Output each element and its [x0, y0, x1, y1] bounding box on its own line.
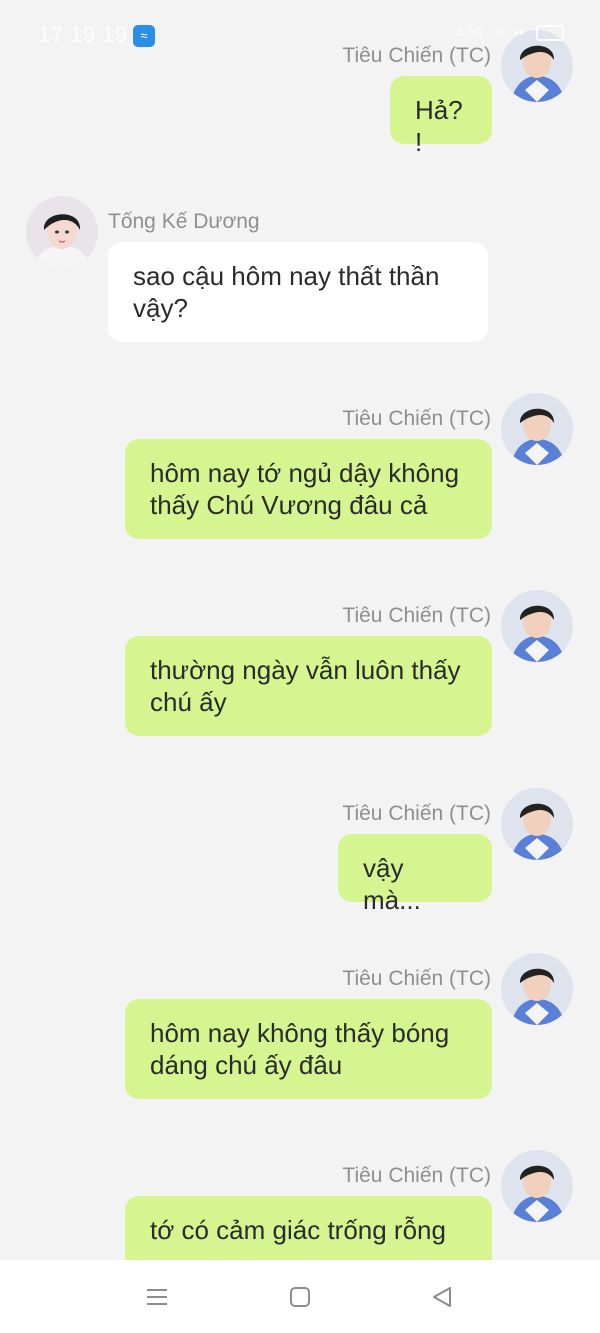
message-bubble-incoming[interactable]: sao cậu hôm nay thất thần vậy? [108, 242, 488, 342]
avatar-boy-icon [501, 590, 573, 662]
message-bubble-outgoing[interactable]: hôm nay tớ ngủ dậy không thấy Chú Vương … [125, 439, 492, 539]
sender-name: Tiêu Chiến (TC) [342, 967, 491, 990]
back-button[interactable] [427, 1282, 457, 1312]
chat-area[interactable]: Tiêu Chiến (TC) Hả?! Tống Kế Dương sao c… [0, 0, 600, 1260]
avatar[interactable] [501, 1150, 573, 1222]
status-indicators: 4.00 ≈ ▪▪ [447, 24, 564, 42]
message-bubble-outgoing[interactable]: tớ có cảm giác trống rỗng [125, 1196, 492, 1260]
message-bubble-outgoing[interactable]: Hả?! [390, 76, 492, 157]
menu-button[interactable] [142, 1282, 172, 1312]
status-time: 17:19:19 [38, 22, 128, 47]
wifi-hotspot-icon: ≈ [133, 25, 155, 47]
message-bubble-outgoing[interactable]: thường ngày vẫn luôn thấy chú ấy [125, 636, 492, 736]
sender-name: Tiêu Chiến (TC) [342, 604, 491, 627]
avatar[interactable] [501, 953, 573, 1025]
battery-icon [536, 25, 564, 42]
avatar[interactable] [501, 788, 573, 860]
avatar[interactable] [501, 393, 573, 465]
status-bar: 17:19:19 ≈ 4.00 ≈ ▪▪ [0, 0, 600, 70]
message-bubble-outgoing[interactable]: vậy mà... [338, 834, 492, 915]
message-bubble-outgoing[interactable]: hôm nay không thấy bóng dáng chú ấy đâu [125, 999, 492, 1099]
sender-name: Tống Kế Dương [108, 210, 260, 233]
home-icon [290, 1287, 310, 1307]
avatar[interactable] [501, 590, 573, 662]
menu-icon [147, 1289, 167, 1305]
navigation-bar [0, 1260, 600, 1333]
signal-icon: ▪▪ [514, 24, 525, 40]
avatar-boy-icon [26, 196, 98, 268]
wifi-icon: ≈ [494, 24, 503, 40]
network-speed: 4.00 [455, 24, 483, 40]
sender-name: Tiêu Chiến (TC) [342, 802, 491, 825]
avatar[interactable] [26, 196, 98, 268]
avatar-boy-icon [501, 953, 573, 1025]
avatar-boy-icon [501, 393, 573, 465]
sender-name: Tiêu Chiến (TC) [342, 407, 491, 430]
avatar-boy-icon [501, 788, 573, 860]
home-button[interactable] [285, 1282, 315, 1312]
back-icon [433, 1287, 451, 1307]
avatar-boy-icon [501, 1150, 573, 1222]
sender-name: Tiêu Chiến (TC) [342, 1164, 491, 1187]
